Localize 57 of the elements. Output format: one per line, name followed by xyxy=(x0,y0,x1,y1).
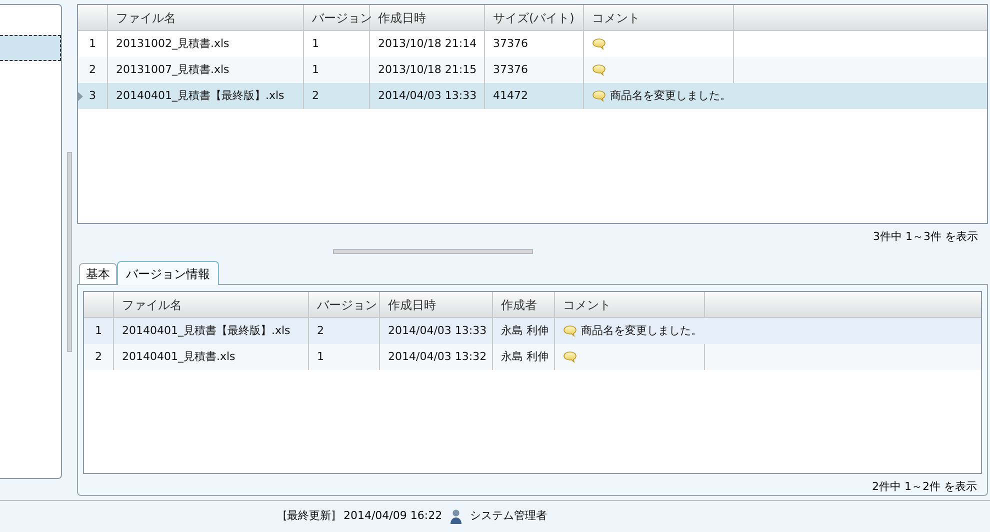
row-number: 2 xyxy=(95,348,102,365)
table-cell-text: 20140401_見積書【最終版】.xls xyxy=(116,88,284,104)
table-cell-text: 20140401_見積書.xls xyxy=(122,348,236,365)
table-row[interactable]: 3 20140401_見積書【最終版】.xls 2 2014/04/03 13:33 41472 商品名を変更しました。 xyxy=(78,83,987,109)
tab[interactable]: バージョン情報 xyxy=(117,261,219,285)
table-cell-text: 20131007_見積書.xls xyxy=(116,62,230,78)
splitter-handle[interactable] xyxy=(67,152,72,352)
column-header[interactable]: コメント xyxy=(584,5,734,30)
table-cell-text: 1 xyxy=(317,348,324,365)
table-cell-text: 37376 xyxy=(493,62,528,78)
table-cell-text: 商品名を変更しました。 xyxy=(581,322,702,339)
table-cell-text: 20131002_見積書.xls xyxy=(116,36,230,52)
table-cell-text: 2013/10/18 21:15 xyxy=(378,62,477,78)
last-updated-label: [最終更新] xyxy=(282,508,336,524)
row-number: 2 xyxy=(89,62,96,78)
table-cell-text: 2014/04/03 13:32 xyxy=(388,348,487,365)
last-updated-time: 2014/04/09 16:22 xyxy=(343,508,442,524)
row-number: 1 xyxy=(89,36,96,52)
row-number: 3 xyxy=(89,88,96,104)
pager-text: 2件中 1～2件 を表示 xyxy=(872,478,977,494)
table-row[interactable]: 2 20140401_見積書.xls 1 2014/04/03 13:32 永島 利伸 xyxy=(84,344,981,370)
table-cell-text: 20140401_見積書【最終版】.xls xyxy=(122,322,290,339)
table-cell-text: 2014/04/03 13:33 xyxy=(378,88,477,104)
speech-bubble-icon xyxy=(563,325,577,337)
table-cell-text: 1 xyxy=(312,62,319,78)
splitter-handle[interactable] xyxy=(332,249,532,254)
speech-bubble-icon xyxy=(592,38,606,50)
table-cell-text: 2 xyxy=(312,88,319,104)
column-header[interactable]: 作成者 xyxy=(493,292,555,317)
user-icon xyxy=(450,509,462,524)
column-header[interactable]: バージョン xyxy=(304,5,370,30)
column-header[interactable]: 作成日時 xyxy=(370,5,485,30)
table-row[interactable]: 1 20140401_見積書【最終版】.xls 2 2014/04/03 13:33 永島 利伸 商品名を変更しました。 xyxy=(84,318,981,344)
table-cell-text: 41472 xyxy=(493,88,528,104)
column-header[interactable]: コメント xyxy=(555,292,705,317)
table-cell-text: 2014/04/03 13:33 xyxy=(388,322,487,339)
row-number: 1 xyxy=(95,322,102,339)
table-cell-text: 永島 利伸 xyxy=(501,322,548,339)
list-item[interactable] xyxy=(0,35,61,61)
column-header[interactable]: ファイル名 xyxy=(114,292,309,317)
table-cell-text: 永島 利伸 xyxy=(501,348,548,365)
table-cell-text: 1 xyxy=(312,36,319,52)
table-cell-text: 2 xyxy=(317,322,324,339)
column-header[interactable]: サイズ(バイト) xyxy=(485,5,584,30)
table-cell-text: 2013/10/18 21:14 xyxy=(378,36,477,52)
tab[interactable]: 基本 xyxy=(79,263,117,284)
speech-bubble-icon xyxy=(592,64,606,76)
pager-text: 3件中 1～3件 を表示 xyxy=(873,229,978,245)
table-cell-text: 37376 xyxy=(493,36,528,52)
column-header[interactable]: 作成日時 xyxy=(380,292,493,317)
column-header[interactable]: バージョン xyxy=(309,292,380,317)
user-name: システム管理者 xyxy=(470,508,548,524)
table-row[interactable]: 2 20131007_見積書.xls 1 2013/10/18 21:15 37376 xyxy=(78,57,987,83)
speech-bubble-icon xyxy=(592,90,606,102)
table-cell-text: 商品名を変更しました。 xyxy=(610,88,731,104)
speech-bubble-icon xyxy=(563,351,577,363)
column-header[interactable]: ファイル名 xyxy=(108,5,304,30)
